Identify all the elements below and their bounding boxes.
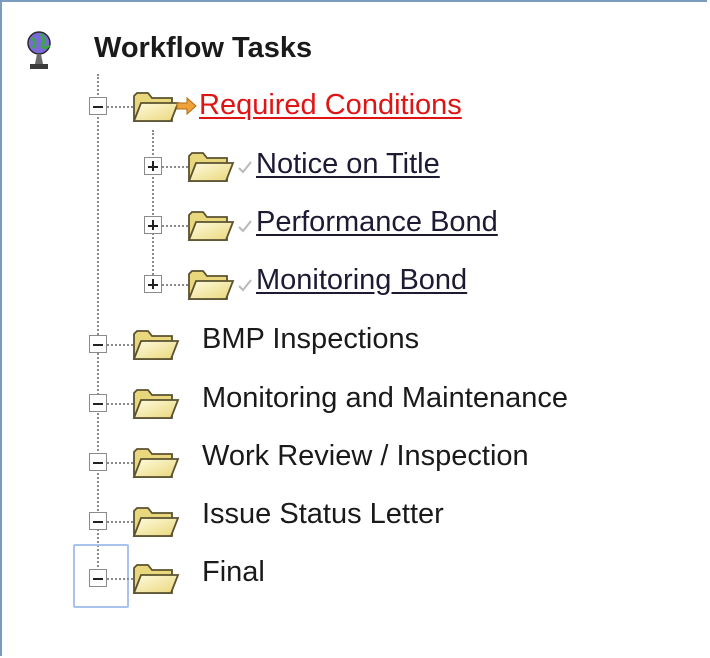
folder-icon bbox=[187, 148, 235, 184]
task-link-monitoring-bond[interactable]: Monitoring Bond bbox=[256, 263, 467, 297]
current-arrow-icon bbox=[176, 96, 197, 116]
collapse-toggle-icon[interactable] bbox=[89, 97, 107, 115]
task-link-notice-on-title[interactable]: Notice on Title bbox=[256, 147, 440, 181]
tree-connector bbox=[107, 403, 133, 405]
task-link-required-conditions[interactable]: Required Conditions bbox=[199, 88, 462, 122]
check-icon bbox=[238, 160, 252, 174]
tree-connector bbox=[107, 106, 133, 108]
tree-connector bbox=[152, 130, 154, 290]
task-label-issue-status-letter[interactable]: Issue Status Letter bbox=[202, 497, 444, 531]
task-label-monitoring-and-maintenance[interactable]: Monitoring and Maintenance bbox=[202, 381, 568, 415]
check-icon bbox=[238, 278, 252, 292]
task-link-performance-bond[interactable]: Performance Bond bbox=[256, 205, 498, 239]
folder-open-icon bbox=[132, 326, 180, 362]
folder-open-icon bbox=[132, 385, 180, 421]
task-label-final[interactable]: Final bbox=[202, 555, 265, 589]
tree-connector bbox=[107, 344, 133, 346]
tree-connector bbox=[162, 166, 188, 168]
collapse-toggle-icon[interactable] bbox=[89, 453, 107, 471]
expand-toggle-icon[interactable] bbox=[144, 216, 162, 234]
task-label-bmp-inspections[interactable]: BMP Inspections bbox=[202, 322, 419, 356]
folder-open-icon bbox=[132, 560, 180, 596]
folder-open-icon bbox=[132, 444, 180, 480]
globe-icon bbox=[27, 31, 51, 69]
tree-connector bbox=[162, 225, 188, 227]
folder-icon bbox=[187, 266, 235, 302]
task-label-work-review-inspection[interactable]: Work Review / Inspection bbox=[202, 439, 529, 473]
folder-open-icon bbox=[132, 88, 180, 124]
workflow-tree-panel: Workflow Tasks Required Conditions Notic… bbox=[0, 0, 707, 656]
check-icon bbox=[238, 219, 252, 233]
tree-connector bbox=[97, 74, 99, 578]
collapse-toggle-icon[interactable] bbox=[89, 569, 107, 587]
collapse-toggle-icon[interactable] bbox=[89, 512, 107, 530]
collapse-toggle-icon[interactable] bbox=[89, 335, 107, 353]
collapse-toggle-icon[interactable] bbox=[89, 394, 107, 412]
expand-toggle-icon[interactable] bbox=[144, 275, 162, 293]
tree-connector bbox=[107, 578, 133, 580]
folder-open-icon bbox=[132, 503, 180, 539]
tree-connector bbox=[107, 521, 133, 523]
tree-connector bbox=[162, 284, 188, 286]
expand-toggle-icon[interactable] bbox=[144, 157, 162, 175]
folder-icon bbox=[187, 207, 235, 243]
tree-root-label: Workflow Tasks bbox=[94, 32, 313, 64]
tree-connector bbox=[107, 462, 133, 464]
